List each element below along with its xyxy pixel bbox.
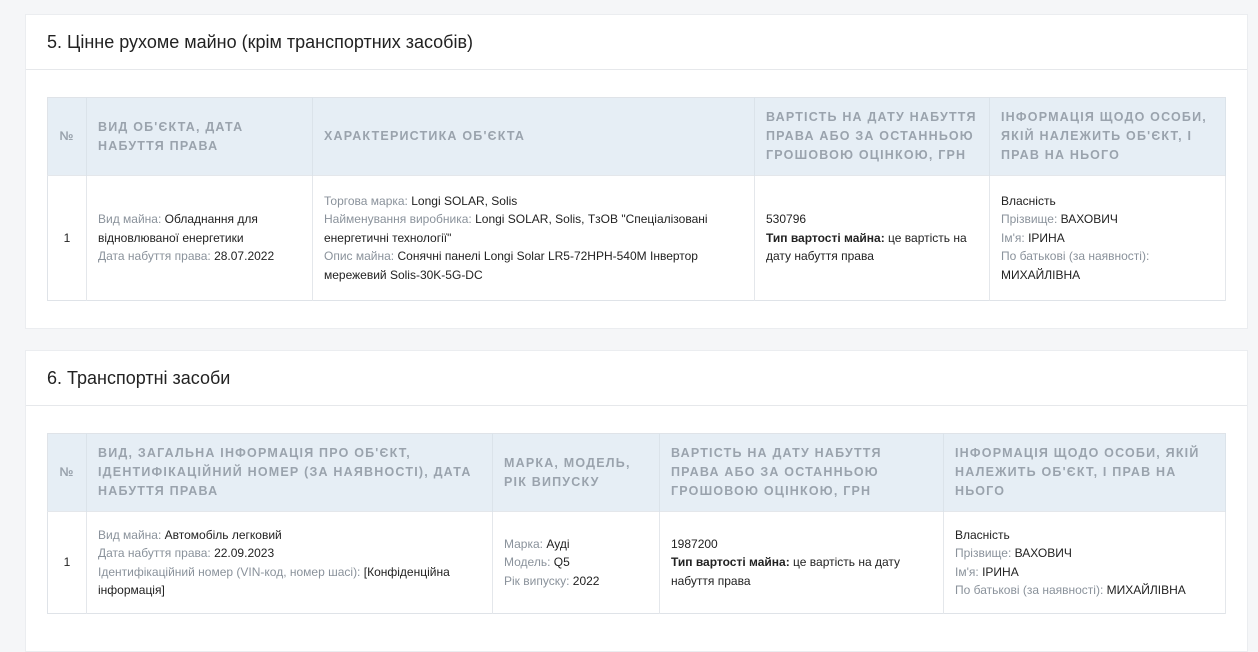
- header-object-type: ВИД, ЗАГАЛЬНА ІНФОРМАЦІЯ ПРО ОБ'ЄКТ, ІДЕ…: [86, 433, 493, 512]
- vehicle-brand: Ауді: [546, 536, 570, 551]
- vehicle-model: Q5: [553, 555, 570, 570]
- header-brand-model: МАРКА, МОДЕЛЬ, РІК ВИПУСКУ: [492, 433, 660, 512]
- owner-name: ІРИНА: [982, 564, 1019, 579]
- section-title: 5. Цінне рухоме майно (крім транспортних…: [26, 15, 1247, 70]
- section-title: 6. Транспортні засоби: [26, 351, 1247, 406]
- section-vehicles: 6. Транспортні засоби № ВИД, ЗАГАЛЬНА ІН…: [25, 350, 1248, 652]
- object-type-cell: Вид майна: Обладнання для відновлюваної …: [86, 175, 313, 301]
- movable-property-table: № ВИД ОБ'ЄКТА, ДАТА НАБУТТЯ ПРАВА ХАРАКТ…: [47, 97, 1226, 301]
- header-object-type: ВИД ОБ'ЄКТА, ДАТА НАБУТТЯ ПРАВА: [86, 97, 313, 176]
- value-amount: 1987200: [671, 536, 718, 551]
- brand-model-cell: Марка: Ауді Модель: Q5 Рік випуску: 2022: [492, 511, 660, 614]
- acquisition-date: 28.07.2022: [214, 249, 275, 264]
- table-header: № ВИД ОБ'ЄКТА, ДАТА НАБУТТЯ ПРАВА ХАРАКТ…: [47, 97, 1226, 176]
- section-movable-property: 5. Цінне рухоме майно (крім транспортних…: [25, 14, 1248, 329]
- value-cell: 530796 Тип вартості майна: це вартість н…: [754, 175, 990, 301]
- header-num: №: [47, 97, 87, 176]
- value-cell: 1987200 Тип вартості майна: це вартість …: [659, 511, 944, 614]
- acquisition-date: 22.09.2023: [214, 546, 275, 560]
- object-type-cell: Вид майна: Автомобіль легковий Дата набу…: [86, 511, 493, 614]
- brand: Longi SOLAR, Solis: [411, 193, 518, 208]
- owner-name: ІРИНА: [1028, 230, 1065, 245]
- owner-patronymic: МИХАЙЛІВНА: [1106, 583, 1186, 597]
- property-type: Автомобіль легковий: [164, 527, 282, 542]
- header-num: №: [47, 433, 87, 512]
- table-header: № ВИД, ЗАГАЛЬНА ІНФОРМАЦІЯ ПРО ОБ'ЄКТ, І…: [47, 433, 1226, 512]
- owner-surname: ВАХОВИЧ: [1014, 546, 1072, 560]
- header-value: ВАРТІСТЬ НА ДАТУ НАБУТТЯ ПРАВА АБО ЗА ОС…: [754, 97, 990, 176]
- owner-cell: Власність Прізвище: ВАХОВИЧ Ім'я: ІРИНА …: [943, 511, 1226, 614]
- vehicles-table: № ВИД, ЗАГАЛЬНА ІНФОРМАЦІЯ ПРО ОБ'ЄКТ, І…: [47, 433, 1226, 614]
- value-amount: 530796: [766, 212, 807, 227]
- row-number: 1: [47, 511, 87, 614]
- vehicle-year: 2022: [572, 573, 600, 588]
- owner-surname: ВАХОВИЧ: [1060, 212, 1118, 227]
- owner-patronymic: МИХАЙЛІВНА: [1001, 267, 1081, 282]
- characteristics-cell: Торгова марка: Longi SOLAR, Solis Наймен…: [312, 175, 755, 301]
- table-row: 1 Вид майна: Автомобіль легковий Дата на…: [47, 511, 1226, 614]
- header-value: ВАРТІСТЬ НА ДАТУ НАБУТТЯ ПРАВА АБО ЗА ОС…: [659, 433, 944, 512]
- owner-cell: Власність Прізвище: ВАХОВИЧ Ім'я: ІРИНА …: [989, 175, 1226, 301]
- header-owner-info: ІНФОРМАЦІЯ ЩОДО ОСОБИ, ЯКІЙ НАЛЕЖИТЬ ОБ'…: [943, 433, 1226, 512]
- table-row: 1 Вид майна: Обладнання для відновлювано…: [47, 175, 1226, 301]
- right-type: Власність: [955, 527, 1010, 542]
- header-characteristics: ХАРАКТЕРИСТИКА ОБ'ЄКТА: [312, 97, 755, 176]
- header-owner-info: ІНФОРМАЦІЯ ЩОДО ОСОБИ, ЯКІЙ НАЛЕЖИТЬ ОБ'…: [989, 97, 1226, 176]
- row-number: 1: [47, 175, 87, 301]
- right-type: Власність: [1001, 193, 1056, 208]
